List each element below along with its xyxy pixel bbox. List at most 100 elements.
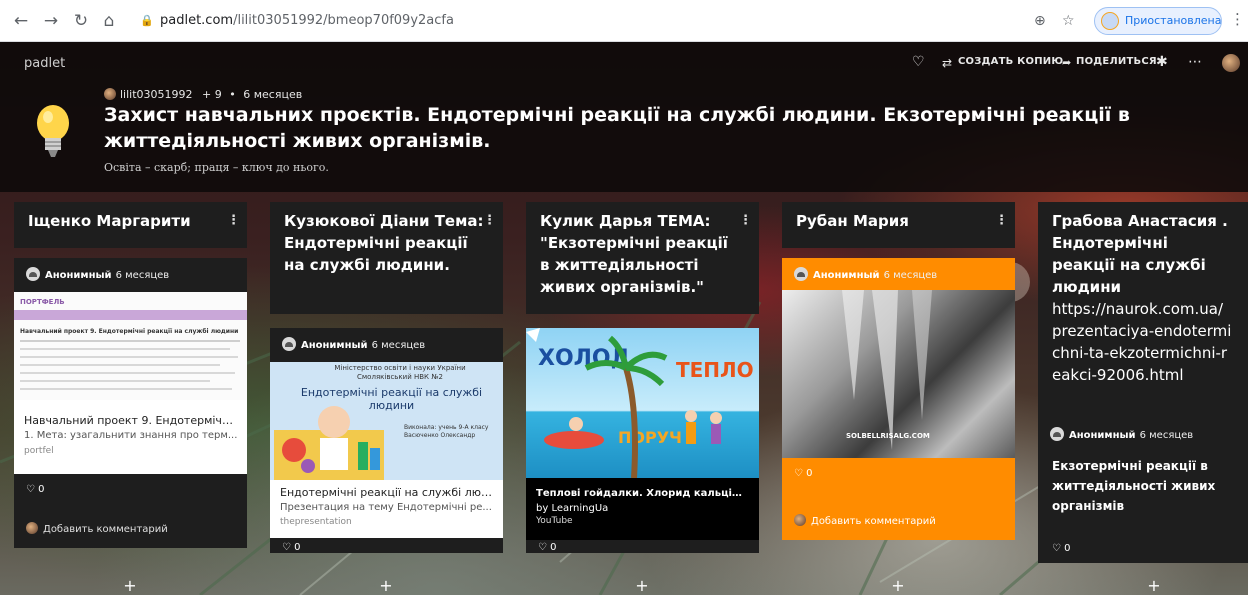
preview-line: [20, 340, 240, 342]
heart-icon: ♡: [794, 468, 807, 479]
browser-menu-icon[interactable]: ⋮: [1230, 10, 1245, 28]
user-avatar[interactable]: [1222, 54, 1240, 72]
anonymous-avatar-icon: [1050, 427, 1064, 441]
column-link[interactable]: https://naurok.com.ua/prezentaciya-endot…: [1052, 298, 1232, 386]
back-icon[interactable]: ←: [10, 10, 32, 32]
profile-avatar: [1101, 12, 1119, 30]
column-title: Кулик Дарья ТЕМА: "Екзотермічні реакції …: [540, 212, 728, 296]
column-menu-icon[interactable]: ⋮: [227, 210, 240, 232]
column-header[interactable]: Кулик Дарья ТЕМА: "Екзотермічні реакції …: [526, 202, 759, 314]
preview-banner: ПОРТФЕЛЬ: [20, 298, 65, 306]
attachment-description: Презентация на тему Ендотермічні ре...: [280, 502, 492, 513]
column-header[interactable]: Грабова Анастасия . Ендотермічні реакції…: [1038, 202, 1248, 432]
settings-gear-icon[interactable]: ✱: [1156, 54, 1168, 70]
profile-button[interactable]: Приостановлена: [1094, 7, 1222, 35]
padlet-wall: padlet ♡ ⇄ СОЗДАТЬ КОПИЮ ➦ ПОДЕЛИТЬСЯ ✱ …: [0, 42, 1248, 595]
contributors-count: + 9: [202, 88, 222, 101]
post-card[interactable]: Анонимный 6 месяцев ПОРТФЕЛЬ Навчальний п…: [14, 258, 247, 548]
anonymous-avatar-icon: [282, 337, 296, 351]
lightbulb-icon: [37, 105, 69, 157]
address-bar[interactable]: 🔒 padlet.com/lilit03051992/bmeop70f09y2a…: [140, 8, 1020, 34]
post-text: Екзотермічні реакції в життедіяльності ж…: [1052, 459, 1216, 513]
column-header[interactable]: Іщенко Маргарити ⋮: [14, 202, 247, 248]
add-comment-label: Добавить комментарий: [811, 516, 936, 527]
forward-icon[interactable]: →: [40, 10, 62, 32]
reload-icon[interactable]: ↻: [70, 10, 92, 32]
slide-ministry: Міністерство освіти і науки України Смол…: [334, 364, 466, 381]
beach-illustration: [526, 328, 722, 478]
column-title: Іщенко Маргарити: [28, 212, 191, 230]
add-post-icon[interactable]: +: [376, 576, 396, 595]
bookmark-star-icon[interactable]: ☆: [1062, 10, 1075, 32]
post-card[interactable]: ХОЛОД ТЕПЛО ПОРУЧ Теплові гойдалки. Хлор…: [526, 328, 759, 553]
column-menu-icon[interactable]: ⋮: [995, 210, 1008, 232]
author-name: Анонимный: [45, 270, 112, 281]
post-time: 6 месяцев: [115, 270, 170, 281]
author-name: Анонимный: [813, 270, 880, 281]
column-menu-icon[interactable]: ⋮: [483, 210, 496, 232]
chemist-cartoon-image: [274, 406, 384, 480]
preview-line: [20, 372, 235, 374]
share-button[interactable]: ПОДЕЛИТЬСЯ: [1076, 56, 1157, 67]
video-thumbnail[interactable]: ХОЛОД ТЕПЛО ПОРУЧ: [526, 328, 759, 478]
heart-icon: ♡: [1052, 543, 1065, 554]
post-author: Анонимный 6 месяцев: [1050, 427, 1193, 441]
copy-icon: ⇄: [942, 56, 953, 70]
owner-name[interactable]: lilit03051992: [120, 88, 193, 101]
preview-heading: Навчальний проект 9. Ендотермічні реакці…: [20, 328, 239, 335]
preview-line: [20, 380, 210, 382]
copy-button[interactable]: СОЗДАТЬ КОПИЮ: [958, 56, 1063, 67]
anonymous-avatar-icon: [794, 267, 808, 281]
photo-watermark: SOLBELLRISALG.COM: [846, 432, 930, 440]
like-button[interactable]: ♡ 0: [1052, 543, 1071, 554]
attachment-source: portfel: [24, 446, 54, 456]
add-post-icon[interactable]: +: [632, 576, 652, 595]
icicle-photo[interactable]: SOLBELLRISALG.COM: [782, 290, 1015, 458]
padlet-age: 6 месяцев: [243, 88, 303, 101]
anonymous-avatar-icon: [26, 267, 40, 281]
attachment-description: 1. Мета: узагальнити знання про терм...: [24, 430, 238, 441]
author-name: Анонимный: [1069, 430, 1136, 441]
post-author: Анонимный 6 месяцев: [282, 337, 425, 351]
add-post-icon[interactable]: +: [120, 576, 140, 595]
heart-icon: ♡: [26, 484, 39, 495]
post-time: 6 месяцев: [371, 340, 426, 351]
more-menu-icon[interactable]: ⋯: [1188, 54, 1202, 70]
owner-meta: lilit03051992 + 9 • 6 месяцев: [104, 88, 302, 101]
add-comment-label: Добавить комментарий: [43, 524, 168, 535]
like-count: 0: [806, 468, 813, 479]
post-author: Анонимный 6 месяцев: [26, 267, 169, 281]
padlet-logo[interactable]: padlet: [24, 56, 65, 71]
video-info[interactable]: Теплові гойдалки. Хлорид кальцію з в... …: [526, 478, 759, 540]
post-card[interactable]: Анонимный 6 месяцев Екзотермічні реакції …: [1038, 418, 1248, 563]
column-header[interactable]: Кузюкової Діани Тема: Ендотермічні реакц…: [270, 202, 503, 314]
add-comment-button[interactable]: Добавить комментарий: [794, 514, 936, 527]
link-attachment[interactable]: Ендотермічні реакції на службі людин... …: [270, 480, 503, 538]
column-title: Грабова Анастасия . Ендотермічні реакції…: [1052, 212, 1228, 296]
home-icon[interactable]: ⌂: [98, 10, 120, 32]
post-card[interactable]: Анонимный 6 месяцев Міністерство освіти і…: [270, 328, 503, 553]
translate-icon[interactable]: ⊕: [1034, 10, 1046, 32]
add-comment-button[interactable]: Добавить комментарий: [26, 522, 168, 535]
post-card[interactable]: Анонимный 6 месяцев SOLBELLRISALG.COM ♡ 0…: [782, 258, 1015, 540]
post-author: Анонимный 6 месяцев: [794, 267, 937, 281]
link-attachment[interactable]: ПОРТФЕЛЬ Навчальний проект 9. Ендотерміч…: [14, 292, 247, 474]
meta-dot: •: [229, 88, 236, 101]
post-time: 6 месяцев: [883, 270, 938, 281]
like-count: 0: [1064, 543, 1071, 554]
column-header[interactable]: Рубан Мария ⋮: [782, 202, 1015, 248]
presentation-slide-image: Міністерство освіти і науки України Смол…: [270, 362, 503, 480]
like-button[interactable]: ♡ 0: [794, 468, 813, 479]
attachment-title: Навчальний проект 9. Ендотермічні р...: [24, 414, 239, 427]
like-button[interactable]: ♡ 0: [538, 542, 557, 553]
column-menu-icon[interactable]: ⋮: [739, 210, 752, 232]
video-channel: by LearningUa: [536, 503, 609, 514]
profile-status: Приостановлена: [1125, 14, 1222, 27]
like-button[interactable]: ♡ 0: [26, 484, 45, 495]
add-post-icon[interactable]: +: [1144, 576, 1164, 595]
heart-icon[interactable]: ♡: [912, 54, 925, 70]
heart-icon: ♡: [538, 542, 551, 553]
add-post-icon[interactable]: +: [888, 576, 908, 595]
like-count: 0: [294, 542, 301, 553]
like-button[interactable]: ♡ 0: [282, 542, 301, 553]
